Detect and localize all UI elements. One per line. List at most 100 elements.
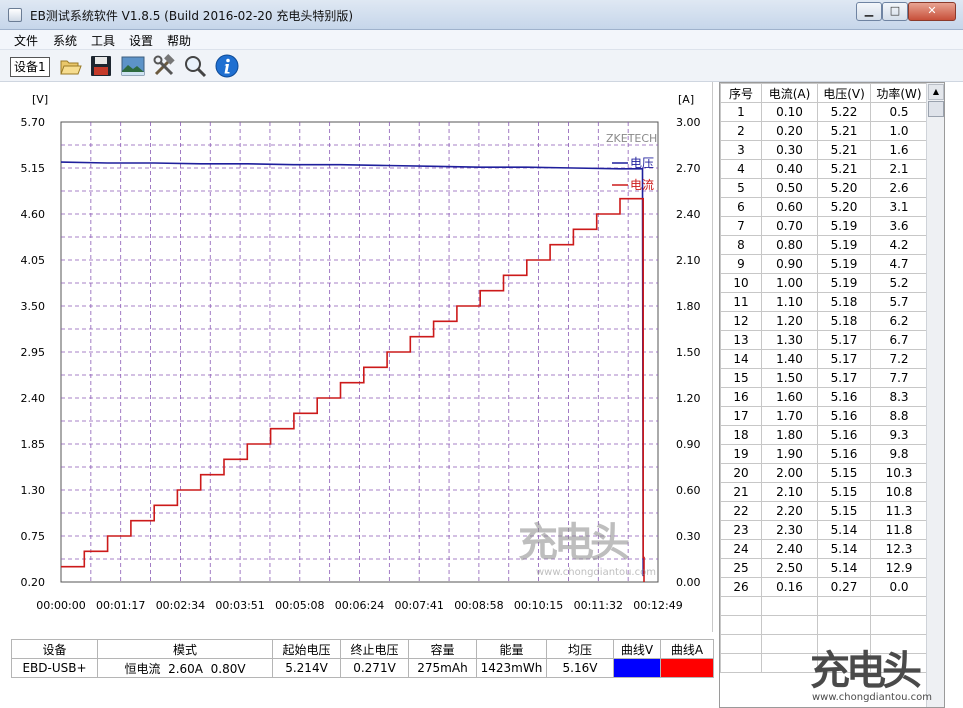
y-left-tick-label: 1.85	[21, 438, 46, 451]
cell-power: 0.0	[870, 577, 928, 597]
landscape-picture-icon[interactable]	[121, 54, 145, 78]
table-row[interactable]: 5 0.50 5.20 2.6	[720, 178, 928, 198]
table-row[interactable]: 16 1.60 5.16 8.3	[720, 387, 928, 407]
column-header-current[interactable]: 电流(A)	[761, 83, 818, 103]
cell-current: 1.10	[761, 292, 818, 312]
info-icon[interactable]	[215, 54, 239, 78]
summary-device: EBD-USB+	[11, 658, 98, 678]
cell-index: 2	[720, 121, 762, 141]
y-left-tick-label: 2.95	[21, 346, 46, 359]
table-row[interactable]: 7 0.70 5.19 3.6	[720, 216, 928, 236]
table-row[interactable]: 3 0.30 5.21 1.6	[720, 140, 928, 160]
tools-icon[interactable]	[152, 54, 176, 78]
cell-index: 11	[720, 292, 762, 312]
table-row[interactable]: 17 1.70 5.16 8.8	[720, 406, 928, 426]
column-header-power[interactable]: 功率(W)	[870, 83, 928, 103]
table-row[interactable]: 22 2.20 5.15 11.3	[720, 501, 928, 521]
cell-power: 1.6	[870, 140, 928, 160]
x-tick-label: 00:01:17	[96, 599, 145, 612]
table-row[interactable]: 8 0.80 5.19 4.2	[720, 235, 928, 255]
scroll-up-arrow-icon[interactable]: ▲	[928, 84, 944, 100]
cell-index: 23	[720, 520, 762, 540]
table-row[interactable]: 11 1.10 5.18 5.7	[720, 292, 928, 312]
summary-end-voltage: 0.271V	[340, 658, 409, 678]
table-row[interactable]: 9 0.90 5.19 4.7	[720, 254, 928, 274]
cell-power: 12.3	[870, 539, 928, 559]
cell-voltage: 5.20	[817, 197, 871, 217]
table-row[interactable]: 19 1.90 5.16 9.8	[720, 444, 928, 464]
cell-index: 25	[720, 558, 762, 578]
scroll-thumb[interactable]	[928, 101, 944, 117]
svg-text:www.chongdiantou.com: www.chongdiantou.com	[536, 567, 656, 578]
table-row[interactable]: 2 0.20 5.21 1.0	[720, 121, 928, 141]
cell-voltage: 5.18	[817, 311, 871, 331]
summary-header-device: 设备	[11, 639, 98, 659]
magnifier-icon[interactable]	[183, 54, 207, 78]
x-tick-label: 00:00:00	[36, 599, 85, 612]
empty-cell	[870, 615, 928, 635]
maximize-button[interactable]: □	[882, 2, 908, 21]
cell-index: 9	[720, 254, 762, 274]
table-row[interactable]: 1 0.10 5.22 0.5	[720, 102, 928, 122]
toolbar: 设备1	[0, 50, 963, 82]
close-button[interactable]: ✕	[908, 2, 956, 21]
cell-current: 0.90	[761, 254, 818, 274]
table-row[interactable]: 12 1.20 5.18 6.2	[720, 311, 928, 331]
curve-a-color-swatch[interactable]	[660, 658, 714, 678]
column-header-voltage[interactable]: 电压(V)	[817, 83, 871, 103]
menu-file[interactable]: 文件	[14, 32, 38, 49]
summary-header-capacity: 容量	[408, 639, 477, 659]
cell-current: 0.60	[761, 197, 818, 217]
table-row[interactable]: 13 1.30 5.17 6.7	[720, 330, 928, 350]
table-row[interactable]: 24 2.40 5.14 12.3	[720, 539, 928, 559]
table-row[interactable]: 18 1.80 5.16 9.3	[720, 425, 928, 445]
cell-voltage: 5.15	[817, 463, 871, 483]
cell-index: 4	[720, 159, 762, 179]
table-row[interactable]: 10 1.00 5.19 5.2	[720, 273, 928, 293]
minimize-button[interactable]: ▁	[856, 2, 882, 21]
y-left-tick-label: 0.20	[21, 576, 46, 589]
table-row[interactable]: 6 0.60 5.20 3.1	[720, 197, 928, 217]
empty-cell	[720, 596, 762, 616]
menu-system[interactable]: 系统	[53, 32, 77, 49]
data-table: 序号 电流(A) 电压(V) 功率(W) 1 0.10 5.22 0.5 2 0.20 5.…	[720, 83, 928, 673]
cell-voltage: 5.19	[817, 235, 871, 255]
cell-power: 8.8	[870, 406, 928, 426]
table-row[interactable]: 25 2.50 5.14 12.9	[720, 558, 928, 578]
cell-current: 1.30	[761, 330, 818, 350]
table-row[interactable]: 26 0.16 0.27 0.0	[720, 577, 928, 597]
table-row[interactable]: 20 2.00 5.15 10.3	[720, 463, 928, 483]
cell-voltage: 5.16	[817, 406, 871, 426]
y-left-tick-label: 3.50	[21, 300, 46, 313]
cell-voltage: 5.21	[817, 159, 871, 179]
title-bar: EB测试系统软件 V1.8.5 (Build 2016-02-20 充电头特别版…	[0, 0, 963, 30]
table-row[interactable]: 21 2.10 5.15 10.8	[720, 482, 928, 502]
cell-power: 0.5	[870, 102, 928, 122]
summary-header-avg-voltage: 均压	[546, 639, 614, 659]
menu-settings[interactable]: 设置	[129, 32, 153, 49]
table-row[interactable]: 23 2.30 5.14 11.8	[720, 520, 928, 540]
menu-tools[interactable]: 工具	[91, 32, 115, 49]
table-row[interactable]: 14 1.40 5.17 7.2	[720, 349, 928, 369]
y-right-tick-label: 1.80	[676, 300, 701, 313]
device-tab[interactable]: 设备1	[10, 57, 50, 77]
empty-cell	[870, 596, 928, 616]
table-row[interactable]: 4 0.40 5.21 2.1	[720, 159, 928, 179]
column-header-index[interactable]: 序号	[720, 83, 762, 103]
save-disk-icon[interactable]	[89, 54, 113, 78]
cell-voltage: 5.17	[817, 330, 871, 350]
cell-voltage: 5.14	[817, 520, 871, 540]
y-left-tick-label: 4.05	[21, 254, 46, 267]
cell-power: 9.8	[870, 444, 928, 464]
open-folder-icon[interactable]	[58, 54, 82, 78]
table-row[interactable]: 15 1.50 5.17 7.7	[720, 368, 928, 388]
cell-current: 1.40	[761, 349, 818, 369]
summary-header-start-voltage: 起始电压	[272, 639, 341, 659]
cell-voltage: 5.17	[817, 368, 871, 388]
curve-v-color-swatch[interactable]	[613, 658, 661, 678]
summary-header-curve-v: 曲线V	[613, 639, 661, 659]
cell-index: 1	[720, 102, 762, 122]
menu-help[interactable]: 帮助	[167, 32, 191, 49]
x-tick-label: 00:06:24	[335, 599, 384, 612]
table-scrollbar[interactable]: ▲	[926, 83, 944, 707]
